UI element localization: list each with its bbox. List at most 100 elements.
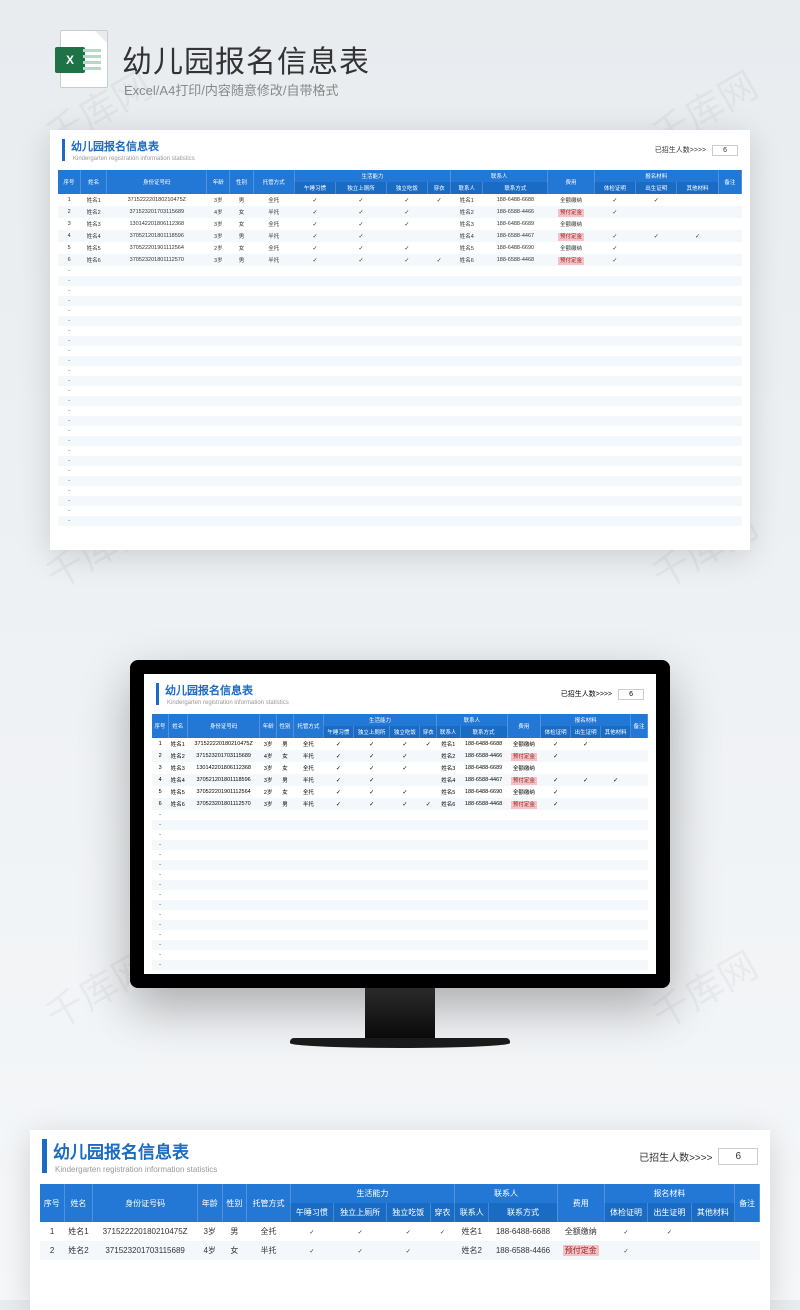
cell-dress xyxy=(420,738,437,750)
col-dress: 穿衣 xyxy=(420,726,437,738)
cell-health xyxy=(541,798,571,810)
cell-gender: 男 xyxy=(222,1222,247,1241)
table-row-empty: - xyxy=(152,950,648,960)
cell-age: 3岁 xyxy=(260,762,277,774)
col-materials-group: 报名材料 xyxy=(594,170,718,182)
cell-dress xyxy=(420,798,437,810)
col-phone: 联系方式 xyxy=(460,726,507,738)
cell-seq: 6 xyxy=(152,798,168,810)
cell-remark xyxy=(631,786,648,798)
cell-birth xyxy=(636,242,677,254)
cell-remark xyxy=(718,206,741,218)
cell-care: 全托 xyxy=(293,786,323,798)
col-birth: 出生证明 xyxy=(571,726,601,738)
registration-table: 序号 姓名 身份证号码 年龄 性别 托管方式 生活能力 联系人 费用 报名材料 … xyxy=(152,714,648,974)
col-health: 体检证明 xyxy=(604,1203,647,1222)
checkmark-icon xyxy=(426,802,431,808)
cell-age: 3岁 xyxy=(260,798,277,810)
cell-fee: 全额缴纳 xyxy=(507,762,541,774)
cell-dress xyxy=(420,762,437,774)
cell-phone: 188-6588-4466 xyxy=(483,206,548,218)
cell-fee: 全额缴纳 xyxy=(507,786,541,798)
cell-care: 半托 xyxy=(293,750,323,762)
cell-toilet xyxy=(336,206,386,218)
cell-phone: 188-6488-6688 xyxy=(483,194,548,206)
cell-seq: 6 xyxy=(58,254,80,266)
checkmark-icon xyxy=(406,1227,411,1236)
cell-id: 370521201801118596 xyxy=(187,774,259,786)
cell-toilet xyxy=(353,798,390,810)
cell-age: 3岁 xyxy=(207,218,230,230)
checkmark-icon xyxy=(313,222,318,228)
cell-fee: 预付定金 xyxy=(548,254,594,266)
cell-gender: 女 xyxy=(230,218,253,230)
col-birth: 出生证明 xyxy=(648,1203,691,1222)
cell-name: 姓名4 xyxy=(168,774,187,786)
cell-fee: 预付定金 xyxy=(548,230,594,242)
sheet-subtitle: Kindergarten registration information st… xyxy=(73,156,195,162)
checkmark-icon xyxy=(369,754,374,760)
table-row: 3 姓名3 130142201806112368 3岁 女 全托 姓名3 188… xyxy=(58,218,742,230)
cell-birth xyxy=(636,206,677,218)
cell-contact: 姓名1 xyxy=(451,194,483,206)
cell-other xyxy=(677,218,718,230)
cell-id: 371523201703115689 xyxy=(187,750,259,762)
cell-seq: 2 xyxy=(152,750,168,762)
col-phone: 联系方式 xyxy=(483,182,548,194)
cell-health xyxy=(541,750,571,762)
col-fee: 费用 xyxy=(507,714,541,738)
col-life-group: 生活能力 xyxy=(323,714,436,726)
cell-toilet xyxy=(336,230,386,242)
checkmark-icon xyxy=(553,754,558,760)
table-row-empty: - xyxy=(58,276,742,286)
cell-fee: 预付定金 xyxy=(507,774,541,786)
registration-table: 序号 姓名 身份证号码 年龄 性别 托管方式 生活能力 联系人 费用 报名材料 … xyxy=(40,1184,760,1260)
cell-phone: 188-6588-4468 xyxy=(483,254,548,266)
cell-phone: 188-6588-4467 xyxy=(460,774,507,786)
cell-name: 姓名2 xyxy=(168,750,187,762)
cell-care: 全托 xyxy=(293,738,323,750)
cell-gender: 女 xyxy=(230,206,253,218)
enrolled-display: 已招生人数>>>> 6 xyxy=(561,689,644,700)
cell-age: 3岁 xyxy=(207,230,230,242)
checkmark-icon xyxy=(358,210,363,216)
enrolled-count: 6 xyxy=(712,145,738,156)
table-row-empty: - xyxy=(58,446,742,456)
cell-toilet xyxy=(334,1222,387,1241)
accent-bar xyxy=(42,1139,47,1173)
checkmark-icon xyxy=(369,766,374,772)
cell-nap xyxy=(294,194,335,206)
cell-age: 2岁 xyxy=(207,242,230,254)
cell-remark xyxy=(631,738,648,750)
col-fee: 费用 xyxy=(548,170,594,194)
cell-toilet xyxy=(336,218,386,230)
checkmark-icon xyxy=(313,210,318,216)
cell-age: 3岁 xyxy=(260,774,277,786)
cell-health xyxy=(541,738,571,750)
cell-fee: 全额缴纳 xyxy=(548,218,594,230)
table-row-empty: - xyxy=(152,810,648,820)
col-seq: 序号 xyxy=(152,714,168,738)
cell-fee: 全额缴纳 xyxy=(507,738,541,750)
cell-birth xyxy=(636,230,677,242)
cell-dress xyxy=(420,750,437,762)
cell-age: 3岁 xyxy=(197,1222,222,1241)
table-row: 6 姓名6 370523201801112570 3岁 男 半托 姓名6 188… xyxy=(152,798,648,810)
cell-dress xyxy=(420,786,437,798)
cell-care: 全托 xyxy=(253,218,294,230)
cell-contact: 姓名6 xyxy=(451,254,483,266)
checkmark-icon xyxy=(583,778,588,784)
cell-remark xyxy=(718,230,741,242)
col-other: 其他材料 xyxy=(601,726,631,738)
cell-id: 370523201801112570 xyxy=(107,254,207,266)
col-name: 姓名 xyxy=(64,1184,93,1222)
checkmark-icon xyxy=(404,258,409,264)
cell-birth xyxy=(571,738,601,750)
enrolled-count: 6 xyxy=(718,1148,758,1165)
cell-gender: 男 xyxy=(230,194,253,206)
checkmark-icon xyxy=(336,790,341,796)
table-row-empty: - xyxy=(152,820,648,830)
table-row-empty: - xyxy=(58,466,742,476)
col-fee: 费用 xyxy=(557,1184,604,1222)
cell-name: 姓名3 xyxy=(80,218,107,230)
